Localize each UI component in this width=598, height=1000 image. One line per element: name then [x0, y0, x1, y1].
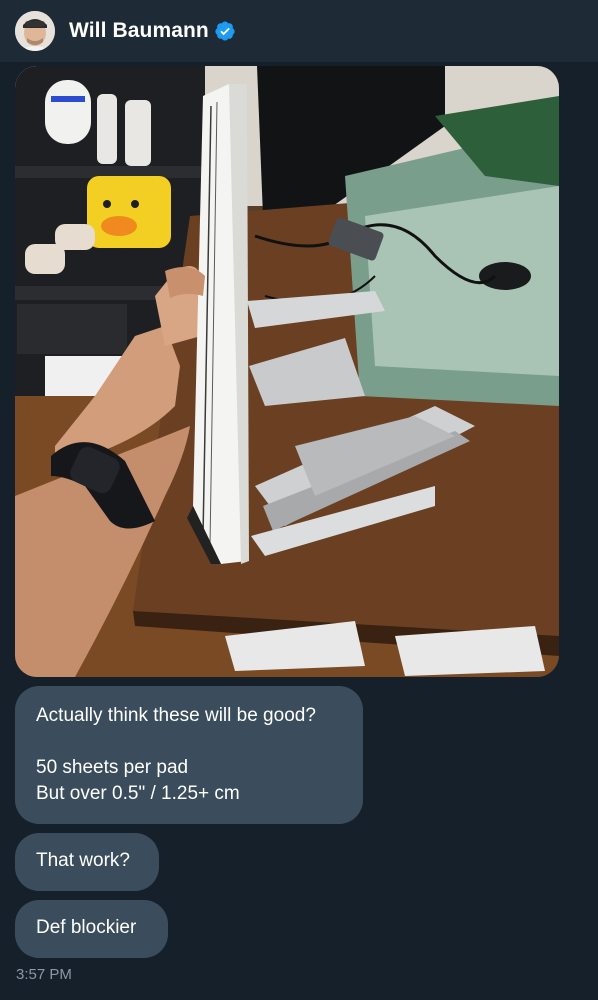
photo-content	[15, 66, 559, 677]
contact-name[interactable]: Will Baumann	[69, 19, 209, 43]
message-line: Def blockier	[36, 917, 137, 938]
message-line-blank	[36, 729, 342, 755]
message-line: 50 sheets per pad	[36, 757, 189, 778]
verified-badge-icon	[214, 20, 236, 42]
message-bubble[interactable]: That work?	[15, 833, 159, 891]
message-line: But over 0.5" / 1.25+ cm	[36, 783, 240, 804]
message-timestamp: 3:57 PM	[16, 966, 72, 983]
message-photo[interactable]	[15, 66, 559, 677]
avatar[interactable]	[15, 11, 55, 51]
message-line: That work?	[36, 850, 130, 871]
message-bubble[interactable]: Actually think these will be good? 50 sh…	[15, 686, 363, 824]
conversation-header: Will Baumann	[0, 0, 598, 62]
message-line: Actually think these will be good?	[36, 705, 316, 726]
message-bubble[interactable]: Def blockier	[15, 900, 168, 958]
